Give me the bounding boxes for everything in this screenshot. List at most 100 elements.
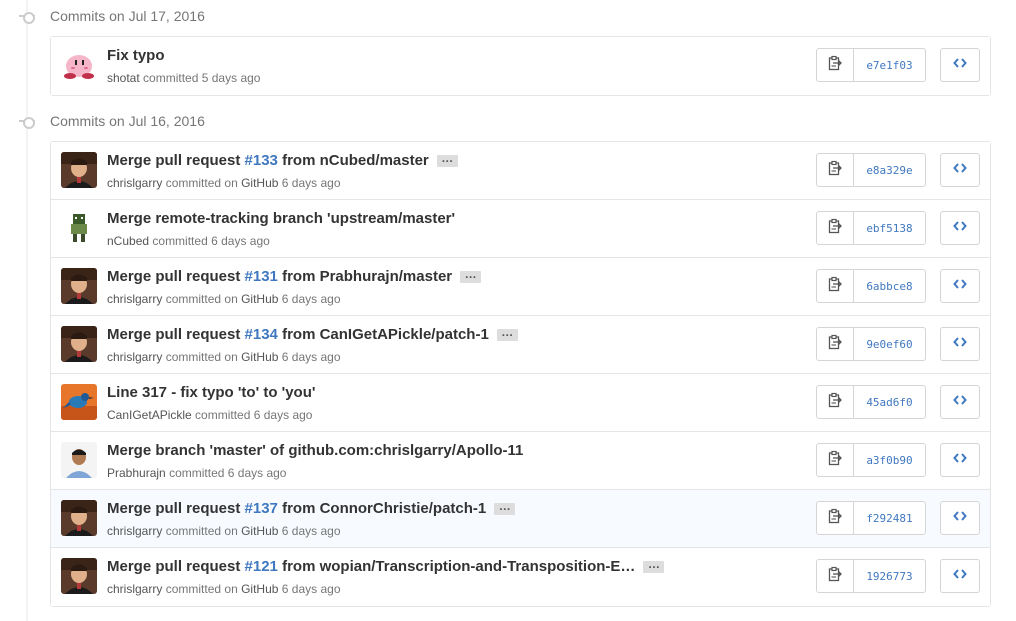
- commit-row: Merge pull request #121 from wopian/Tran…: [51, 548, 990, 606]
- copy-sha-button[interactable]: [816, 48, 854, 82]
- expand-message-button[interactable]: …: [643, 558, 665, 574]
- on-label: on: [224, 524, 238, 538]
- commit-message-link-tail[interactable]: from Prabhurajn/master: [278, 268, 452, 285]
- copy-sha-button[interactable]: [816, 559, 854, 593]
- commit-message-link-tail[interactable]: from wopian/Transcription-and-Transposit…: [278, 558, 635, 575]
- browse-repository-button[interactable]: [940, 443, 980, 477]
- code-icon: [953, 393, 967, 411]
- chrislgarry-avatar[interactable]: [61, 326, 97, 362]
- commit-group-list: Fix typo shotat committed 5 days ago e7e1f…: [50, 36, 991, 96]
- commit-message-link[interactable]: Merge pull request: [107, 268, 245, 285]
- commit-message-link[interactable]: Merge pull request: [107, 558, 245, 575]
- commit-meta: chrislgarry committed on GitHub 6 days a…: [107, 350, 341, 364]
- copy-sha-button[interactable]: [816, 327, 854, 361]
- prabhurajn-avatar[interactable]: [61, 442, 97, 478]
- committer-link[interactable]: GitHub: [241, 292, 278, 306]
- ncubed-avatar[interactable]: [61, 210, 97, 246]
- commit-author-link[interactable]: chrislgarry: [107, 524, 162, 538]
- commit-meta: Prabhurajn committed 6 days ago: [107, 466, 286, 480]
- commit-sha-link[interactable]: 9e0ef60: [854, 327, 926, 361]
- commit-group-list: Merge pull request #133 from nCubed/mast…: [50, 141, 991, 607]
- kirby-avatar[interactable]: [61, 47, 97, 83]
- commit-group-date: Commits on Jul 16, 2016: [50, 113, 205, 129]
- relative-time: 6 days ago: [281, 524, 341, 538]
- committed-label: committed: [169, 466, 225, 480]
- chrislgarry-avatar[interactable]: [61, 500, 97, 536]
- commit-author-link[interactable]: Prabhurajn: [107, 466, 166, 480]
- relative-time: 5 days ago: [201, 71, 261, 85]
- browse-repository-button[interactable]: [940, 269, 980, 303]
- copy-sha-button[interactable]: [816, 153, 854, 187]
- commit-author-link[interactable]: CanIGetAPickle: [107, 408, 192, 422]
- committer-link[interactable]: GitHub: [241, 350, 278, 364]
- commit-sha-link[interactable]: e7e1f03: [854, 48, 926, 82]
- expand-message-button[interactable]: …: [460, 268, 482, 284]
- expand-message-button[interactable]: …: [436, 152, 458, 168]
- commit-message-link-tail[interactable]: from CanIGetAPickle/patch-1: [278, 326, 489, 343]
- commit-author-link[interactable]: chrislgarry: [107, 582, 162, 596]
- browse-repository-button[interactable]: [940, 48, 980, 82]
- commit-sha-link[interactable]: ebf5138: [854, 211, 926, 245]
- pull-request-link[interactable]: #134: [245, 326, 278, 343]
- relative-time: 6 days ago: [281, 292, 341, 306]
- commit-message-link[interactable]: Fix typo: [107, 47, 165, 64]
- commit-author-link[interactable]: chrislgarry: [107, 350, 162, 364]
- commit-message-link[interactable]: Merge pull request: [107, 326, 245, 343]
- browse-repository-button[interactable]: [940, 385, 980, 419]
- chrislgarry-avatar[interactable]: [61, 268, 97, 304]
- commit-message-link-tail[interactable]: from ConnorChristie/patch-1: [278, 500, 486, 517]
- relative-time: 6 days ago: [281, 176, 341, 190]
- commit-sha-link[interactable]: 45ad6f0: [854, 385, 926, 419]
- clippy-icon: [828, 508, 842, 529]
- commit-message-link[interactable]: Merge pull request: [107, 500, 245, 517]
- code-icon: [953, 451, 967, 469]
- commit-author-link[interactable]: chrislgarry: [107, 292, 162, 306]
- browse-repository-button[interactable]: [940, 327, 980, 361]
- bird-avatar[interactable]: [61, 384, 97, 420]
- commit-sha-link[interactable]: 6abbce8: [854, 269, 926, 303]
- pull-request-link[interactable]: #137: [245, 500, 278, 517]
- pull-request-link[interactable]: #131: [245, 268, 278, 285]
- commit-row: Merge remote-tracking branch 'upstream/m…: [51, 200, 990, 258]
- timeline-line: [26, 0, 28, 621]
- commit-author-link[interactable]: shotat: [107, 71, 140, 85]
- relative-time: 6 days ago: [281, 582, 341, 596]
- commit-sha-link[interactable]: a3f0b90: [854, 443, 926, 477]
- commit-row: Merge pull request #133 from nCubed/mast…: [51, 142, 990, 200]
- browse-repository-button[interactable]: [940, 559, 980, 593]
- copy-sha-button[interactable]: [816, 269, 854, 303]
- browse-repository-button[interactable]: [940, 211, 980, 245]
- committer-link[interactable]: GitHub: [241, 176, 278, 190]
- pull-request-link[interactable]: #121: [245, 558, 278, 575]
- copy-sha-button[interactable]: [816, 211, 854, 245]
- code-icon: [953, 509, 967, 527]
- copy-sha-button[interactable]: [816, 443, 854, 477]
- copy-sha-button[interactable]: [816, 501, 854, 535]
- browse-repository-button[interactable]: [940, 501, 980, 535]
- committer-link[interactable]: GitHub: [241, 524, 278, 538]
- relative-time: 6 days ago: [253, 408, 313, 422]
- commit-sha-link[interactable]: e8a329e: [854, 153, 926, 187]
- committer-link[interactable]: GitHub: [241, 582, 278, 596]
- on-label: on: [224, 582, 238, 596]
- expand-message-button[interactable]: …: [496, 326, 518, 342]
- chrislgarry-avatar[interactable]: [61, 152, 97, 188]
- commit-message-link[interactable]: Line 317 - fix typo 'to' to 'you': [107, 384, 315, 401]
- commit-author-link[interactable]: chrislgarry: [107, 176, 162, 190]
- expand-message-button[interactable]: …: [494, 500, 516, 516]
- commit-row: Line 317 - fix typo 'to' to 'you' CanIGet…: [51, 374, 990, 432]
- commit-sha-link[interactable]: 1926773: [854, 559, 926, 593]
- commit-message-link[interactable]: Merge pull request: [107, 152, 245, 169]
- commit-message-link[interactable]: Merge remote-tracking branch 'upstream/m…: [107, 210, 455, 227]
- commit-sha-link[interactable]: f292481: [854, 501, 926, 535]
- browse-repository-button[interactable]: [940, 153, 980, 187]
- commit-meta: chrislgarry committed on GitHub 6 days a…: [107, 176, 341, 190]
- chrislgarry-avatar[interactable]: [61, 558, 97, 594]
- commit-author-link[interactable]: nCubed: [107, 234, 149, 248]
- commit-message-link-tail[interactable]: from nCubed/master: [278, 152, 429, 169]
- commit-title: Fix typo: [107, 47, 165, 64]
- pull-request-link[interactable]: #133: [245, 152, 278, 169]
- copy-sha-button[interactable]: [816, 385, 854, 419]
- commit-row: Fix typo shotat committed 5 days ago e7e1f…: [51, 37, 990, 95]
- commit-message-link[interactable]: Merge branch 'master' of github.com:chri…: [107, 442, 523, 459]
